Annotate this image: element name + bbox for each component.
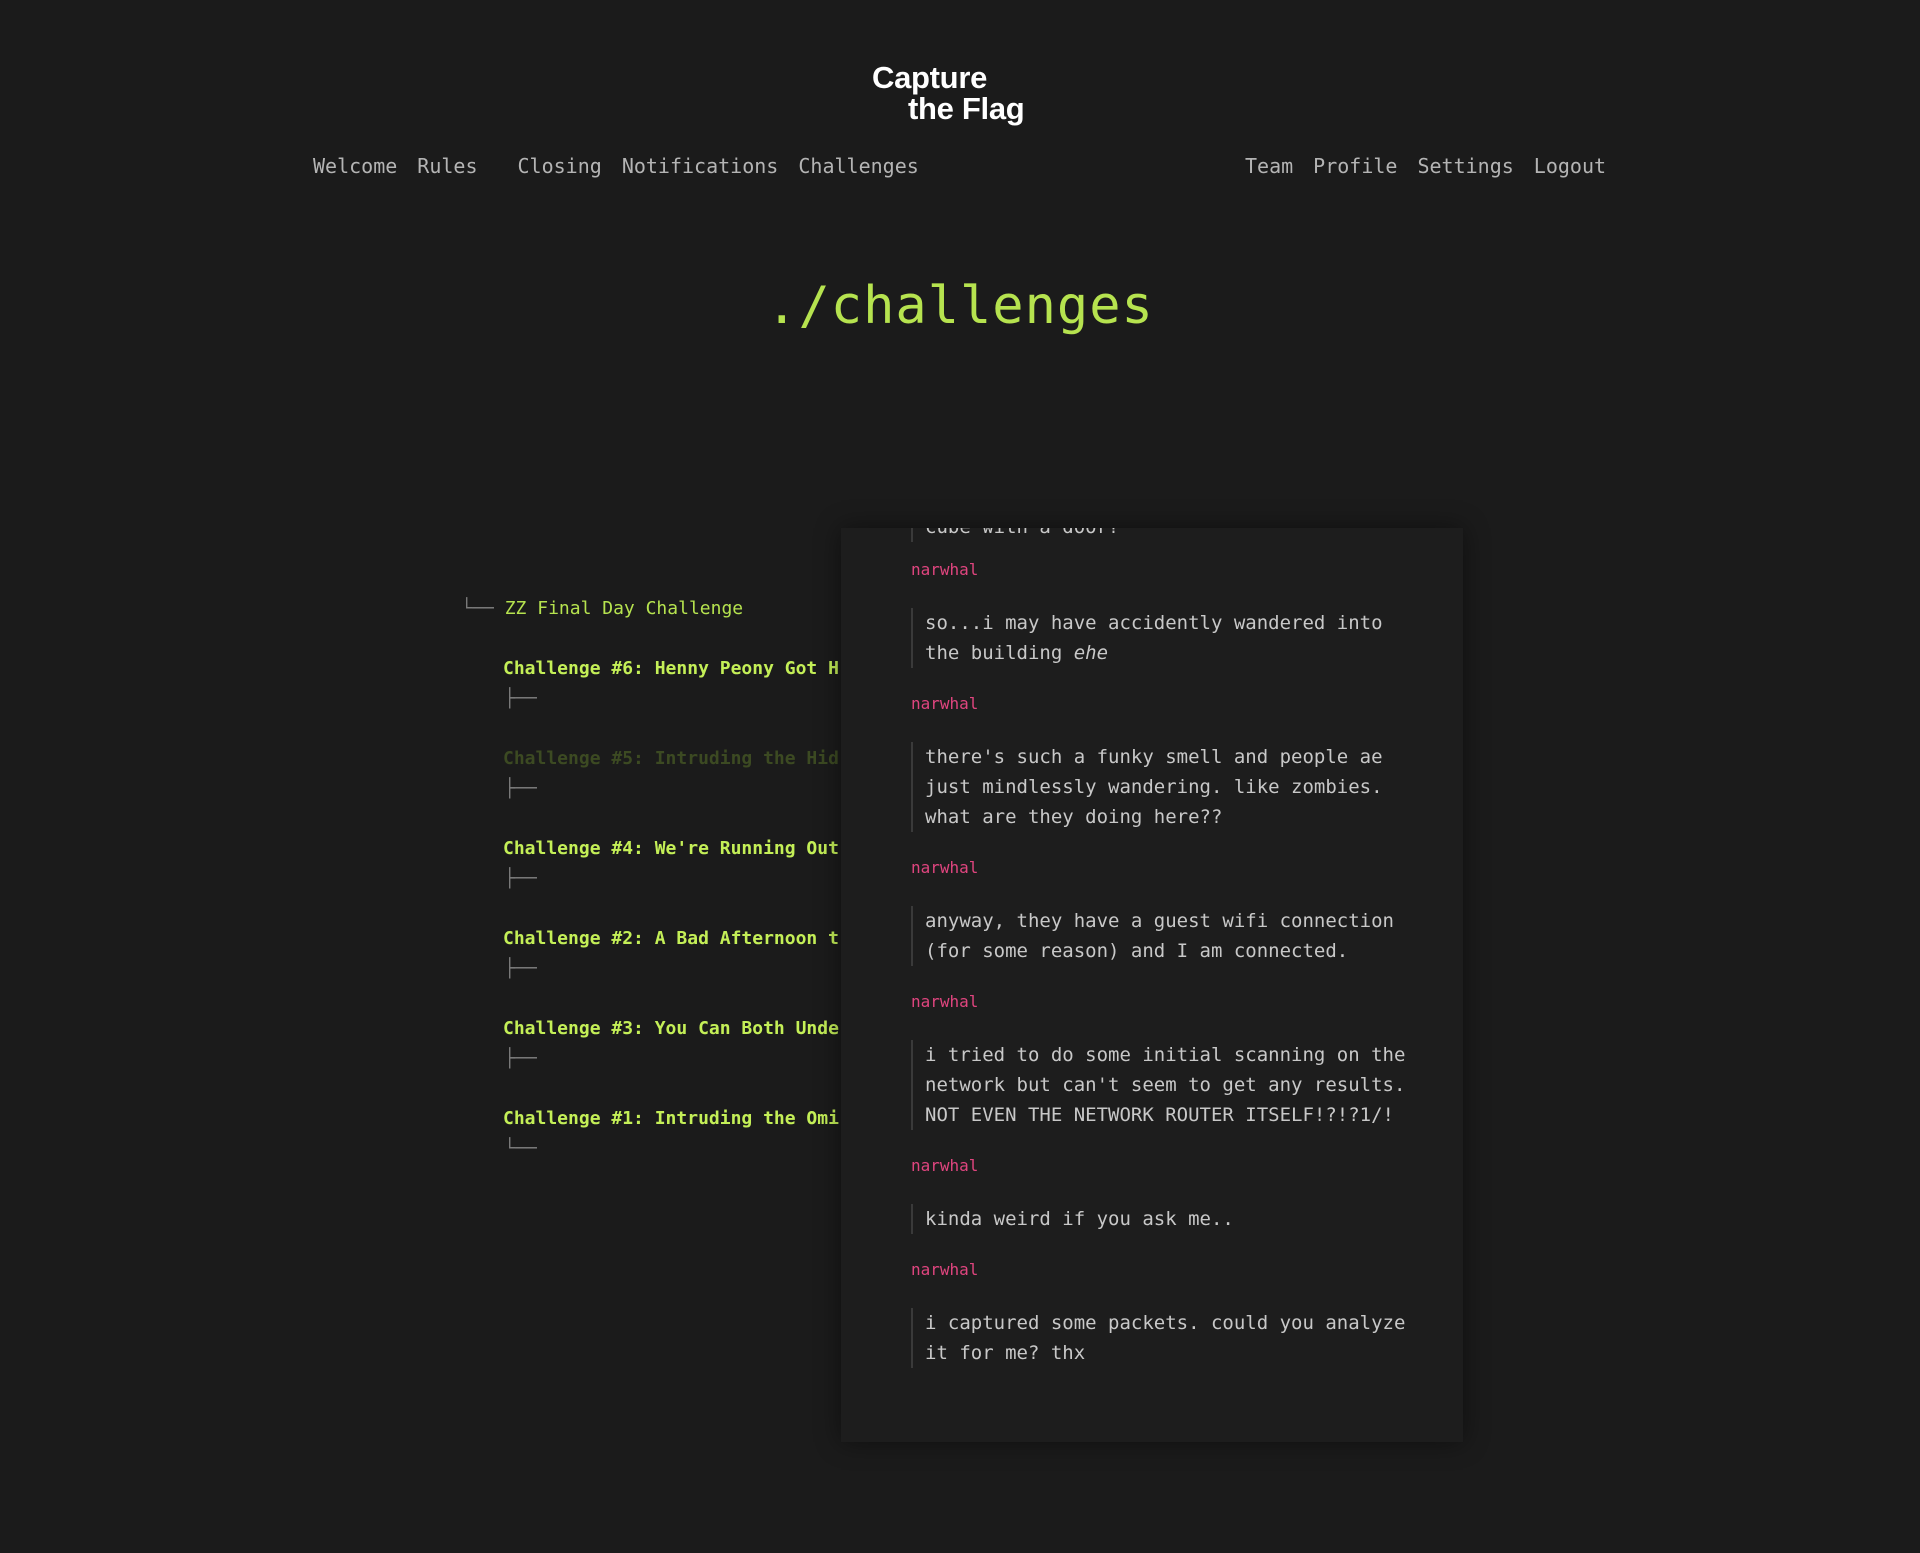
tree-branch: ├── [504,958,537,979]
main-nav-right: Team Profile Settings Logout [1245,154,1606,178]
message-emphasis: ehe [1073,642,1109,664]
challenge-6-link[interactable]: Challenge #6: Henny Peony Got H [503,658,839,679]
message-author: narwhal [911,992,979,1011]
message-author: narwhal [911,1260,979,1279]
message-author: narwhal [911,858,979,877]
nav-challenges[interactable]: Challenges [798,154,918,178]
message-text: i tried to do some initial scanning on t… [911,1040,1411,1130]
tree-branch: └── [504,1138,537,1159]
message-text: kinda weird if you ask me.. [911,1204,1411,1234]
challenge-2-link[interactable]: Challenge #2: A Bad Afternoon t [503,928,839,949]
main-nav-left: Welcome Rules Closing Notifications Chal… [313,154,919,178]
message-text: anyway, they have a guest wifi connectio… [911,906,1411,966]
tree-branch: └── [461,598,494,619]
site-logo[interactable]: Capture the Flag [872,60,1025,126]
message-body: so...i may have accidently wandered into… [925,612,1383,664]
page-title: ./challenges [766,276,1154,336]
tree-branch: ├── [504,868,537,889]
nav-profile[interactable]: Profile [1313,154,1397,178]
nav-logout[interactable]: Logout [1534,154,1606,178]
tree-item-challenge-1[interactable]: └── Challenge #1: Intruding the Omi [418,1104,839,1159]
logo-line-1: Capture [872,60,988,95]
message-text: so...i may have accidently wandered into… [911,608,1411,668]
nav-welcome[interactable]: Welcome [313,154,397,178]
nav-rules[interactable]: Rules [417,154,477,178]
tree-item-challenge-5[interactable]: ├── Challenge #5: Intruding the Hid [418,744,839,799]
tree-item-challenge-6[interactable]: ├── Challenge #6: Henny Peony Got H [418,654,839,709]
message-author: narwhal [911,1156,979,1175]
challenge-4-link[interactable]: Challenge #4: We're Running Out [503,838,839,859]
tree-item-challenge-2[interactable]: ├── Challenge #2: A Bad Afternoon t [418,924,839,979]
message-text: cube with a door? [911,528,1411,542]
logo-line-2: the Flag [908,91,1025,126]
tree-root-label[interactable]: ZZ Final Day Challenge [505,598,743,619]
challenge-1-link[interactable]: Challenge #1: Intruding the Omi [503,1108,839,1129]
panel-scroll-content: cube with a door? narwhal so...i may hav… [911,528,1411,1394]
challenge-tree: └── ZZ Final Day Challenge ├── Challenge… [418,504,839,1164]
message-author: narwhal [911,694,979,713]
nav-team[interactable]: Team [1245,154,1293,178]
challenge-3-link[interactable]: Challenge #3: You Can Both Unde [503,1018,839,1039]
nav-notifications[interactable]: Notifications [622,154,779,178]
tree-branch: ├── [504,688,537,709]
message-author: narwhal [911,560,979,579]
nav-closing[interactable]: Closing [518,154,602,178]
nav-settings[interactable]: Settings [1417,154,1513,178]
tree-item-challenge-3[interactable]: ├── Challenge #3: You Can Both Unde [418,1014,839,1069]
tree-branch: ├── [504,1048,537,1069]
challenge-5-link[interactable]: Challenge #5: Intruding the Hid [503,748,839,769]
tree-branch: ├── [504,778,537,799]
message-text: there's such a funky smell and people ae… [911,742,1411,832]
tree-root[interactable]: └── ZZ Final Day Challenge [418,564,743,619]
challenge-detail-panel[interactable]: cube with a door? narwhal so...i may hav… [841,528,1463,1442]
message-text: i captured some packets. could you analy… [911,1308,1411,1368]
tree-item-challenge-4[interactable]: ├── Challenge #4: We're Running Out [418,834,839,889]
